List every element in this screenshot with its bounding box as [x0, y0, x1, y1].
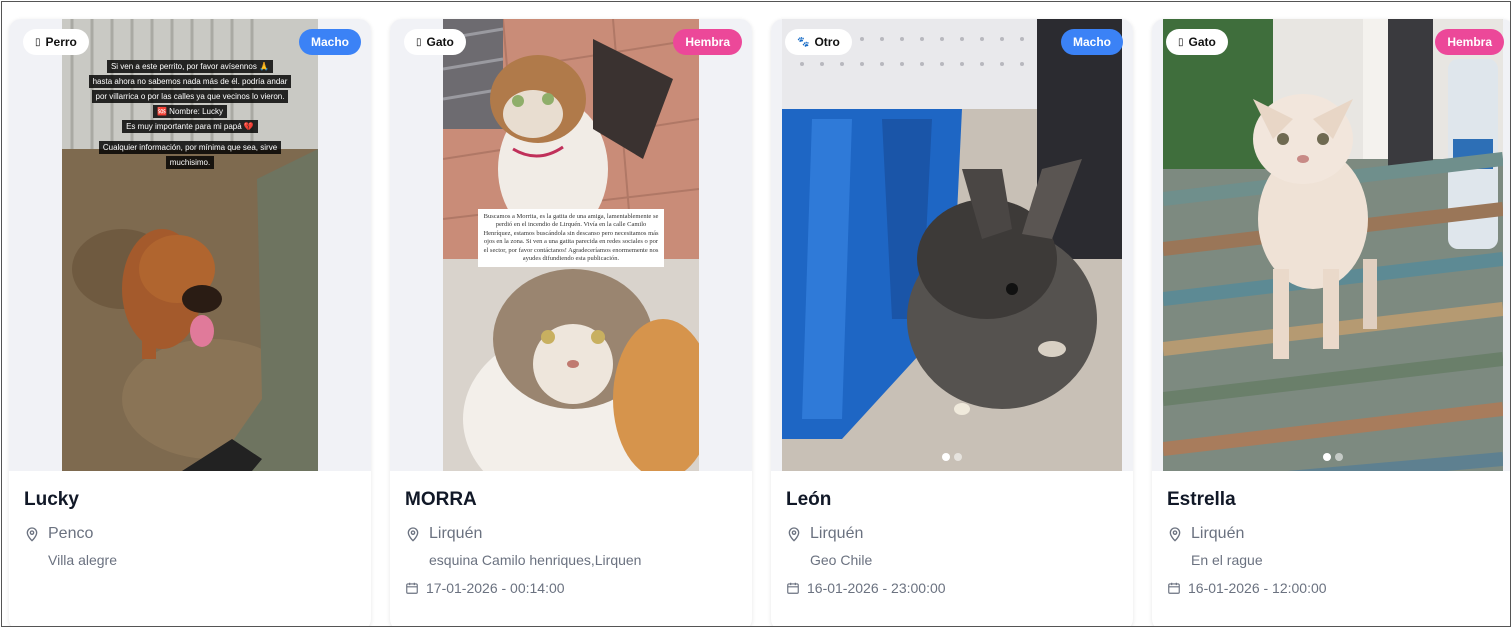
location-label: Lirquén [429, 525, 483, 542]
carousel-dot[interactable] [1323, 453, 1331, 461]
pet-card-grid: Si ven a este perrito, por favor avísenn… [9, 19, 1510, 626]
date-label: 16-01-2026 - 12:00:00 [1188, 580, 1327, 596]
pet-photo-carousel[interactable]: Si ven a este perrito, por favor avísenn… [9, 19, 371, 471]
photo-caption-overlay: Si ven a este perrito, por favor avísenn… [79, 59, 301, 170]
pet-type-badge: ▯ Gato [404, 29, 466, 55]
location-row: Lirquén [405, 525, 752, 543]
date-label: 17-01-2026 - 00:14:00 [426, 580, 565, 596]
pet-card-morra[interactable]: Buscamos a Morrita, es la gatita de una … [390, 19, 752, 626]
caption-line: Cualquier información, por mínima que se… [98, 141, 282, 154]
calendar-icon [787, 582, 799, 594]
pet-photo [782, 19, 1122, 471]
caption-line: 🆘 Nombre: Lucky [153, 105, 227, 118]
map-pin-icon [26, 527, 38, 542]
pet-name: Lucky [24, 489, 79, 510]
pet-info: León Lirquén Geo Chile 16-01-2026 - 23:0… [771, 471, 1133, 626]
app-frame: Si ven a este perrito, por favor avísenn… [1, 1, 1511, 627]
pet-type-badge: ▯ Perro [23, 29, 89, 55]
location-row: Lirquén [1167, 525, 1510, 543]
pet-type-label: Gato [1188, 35, 1216, 49]
location-detail: Villa alegre [48, 552, 118, 568]
phone-icon: ▯ [1178, 36, 1184, 48]
pet-photo [1163, 19, 1503, 471]
phone-icon: ▯ [416, 36, 422, 48]
pet-photo-carousel[interactable]: Buscamos a Morrita, es la gatita de una … [390, 19, 752, 471]
carousel-dot[interactable] [942, 453, 950, 461]
pet-card-lucky[interactable]: Si ven a este perrito, por favor avísenn… [9, 19, 371, 626]
photo-caption-note: Buscamos a Morrita, es la gatita de una … [478, 209, 664, 268]
date-label: 16-01-2026 - 23:00:00 [807, 580, 946, 596]
calendar-icon [1168, 582, 1180, 594]
paw-icon: 🐾 [797, 36, 810, 48]
pet-card-leon[interactable]: 🐾 Otro Macho León Lirquén Geo Chile 16-0… [771, 19, 1133, 626]
location-label: Lirquén [1191, 525, 1245, 542]
map-pin-icon [1169, 527, 1181, 542]
map-pin-icon [788, 527, 800, 542]
date-row: 17-01-2026 - 00:14:00 [405, 580, 752, 596]
carousel-indicator [1323, 453, 1343, 461]
sex-badge: Hembra [673, 29, 742, 55]
sex-badge: Macho [1060, 29, 1123, 55]
caption-line: hasta ahora no sabemos nada más de él. p… [88, 75, 292, 88]
location-label: Penco [48, 525, 94, 542]
pet-info: MORRA Lirquén esquina Camilo henriques,L… [390, 471, 752, 626]
location-detail: Geo Chile [810, 552, 873, 568]
pet-info: Estrella Lirquén En el rague 16-01-2026 … [1152, 471, 1510, 626]
sex-badge: Macho [298, 29, 361, 55]
calendar-icon [406, 582, 418, 594]
location-row: Penco [24, 525, 371, 543]
carousel-dot[interactable] [954, 453, 962, 461]
carousel-indicator [942, 453, 962, 461]
location-label: Lirquén [810, 525, 864, 542]
pet-photo-carousel[interactable]: ▯ Gato Hembra [1152, 19, 1510, 471]
pet-type-label: Perro [45, 35, 77, 49]
pet-name: León [786, 489, 832, 510]
pet-name: Estrella [1167, 489, 1236, 510]
carousel-dot[interactable] [1335, 453, 1343, 461]
pet-photo-carousel[interactable]: 🐾 Otro Macho [771, 19, 1133, 471]
date-row: 16-01-2026 - 23:00:00 [786, 580, 1133, 596]
location-detail: En el rague [1191, 552, 1263, 568]
caption-line: Es muy importante para mi papá 💔 [122, 120, 258, 133]
location-row: Lirquén [786, 525, 1133, 543]
sex-badge: Hembra [1435, 29, 1504, 55]
pet-info: Lucky Penco Villa alegre [9, 471, 371, 626]
phone-icon: ▯ [35, 36, 41, 48]
pet-name: MORRA [405, 489, 477, 510]
caption-line: Si ven a este perrito, por favor avísenn… [106, 60, 274, 73]
location-detail: esquina Camilo henriques,Lirquen [429, 552, 642, 568]
pet-type-label: Gato [426, 35, 454, 49]
pet-card-estrella[interactable]: ▯ Gato Hembra Estrella Lirquén En el rag… [1152, 19, 1510, 626]
pet-type-label: Otro [814, 35, 840, 49]
pet-type-badge: 🐾 Otro [785, 29, 852, 55]
date-row: 16-01-2026 - 12:00:00 [1167, 580, 1510, 596]
pet-type-badge: ▯ Gato [1166, 29, 1228, 55]
map-pin-icon [407, 527, 419, 542]
caption-line: por villarrica o por las calles ya que v… [91, 90, 289, 103]
caption-line: muchisimo. [165, 156, 215, 169]
